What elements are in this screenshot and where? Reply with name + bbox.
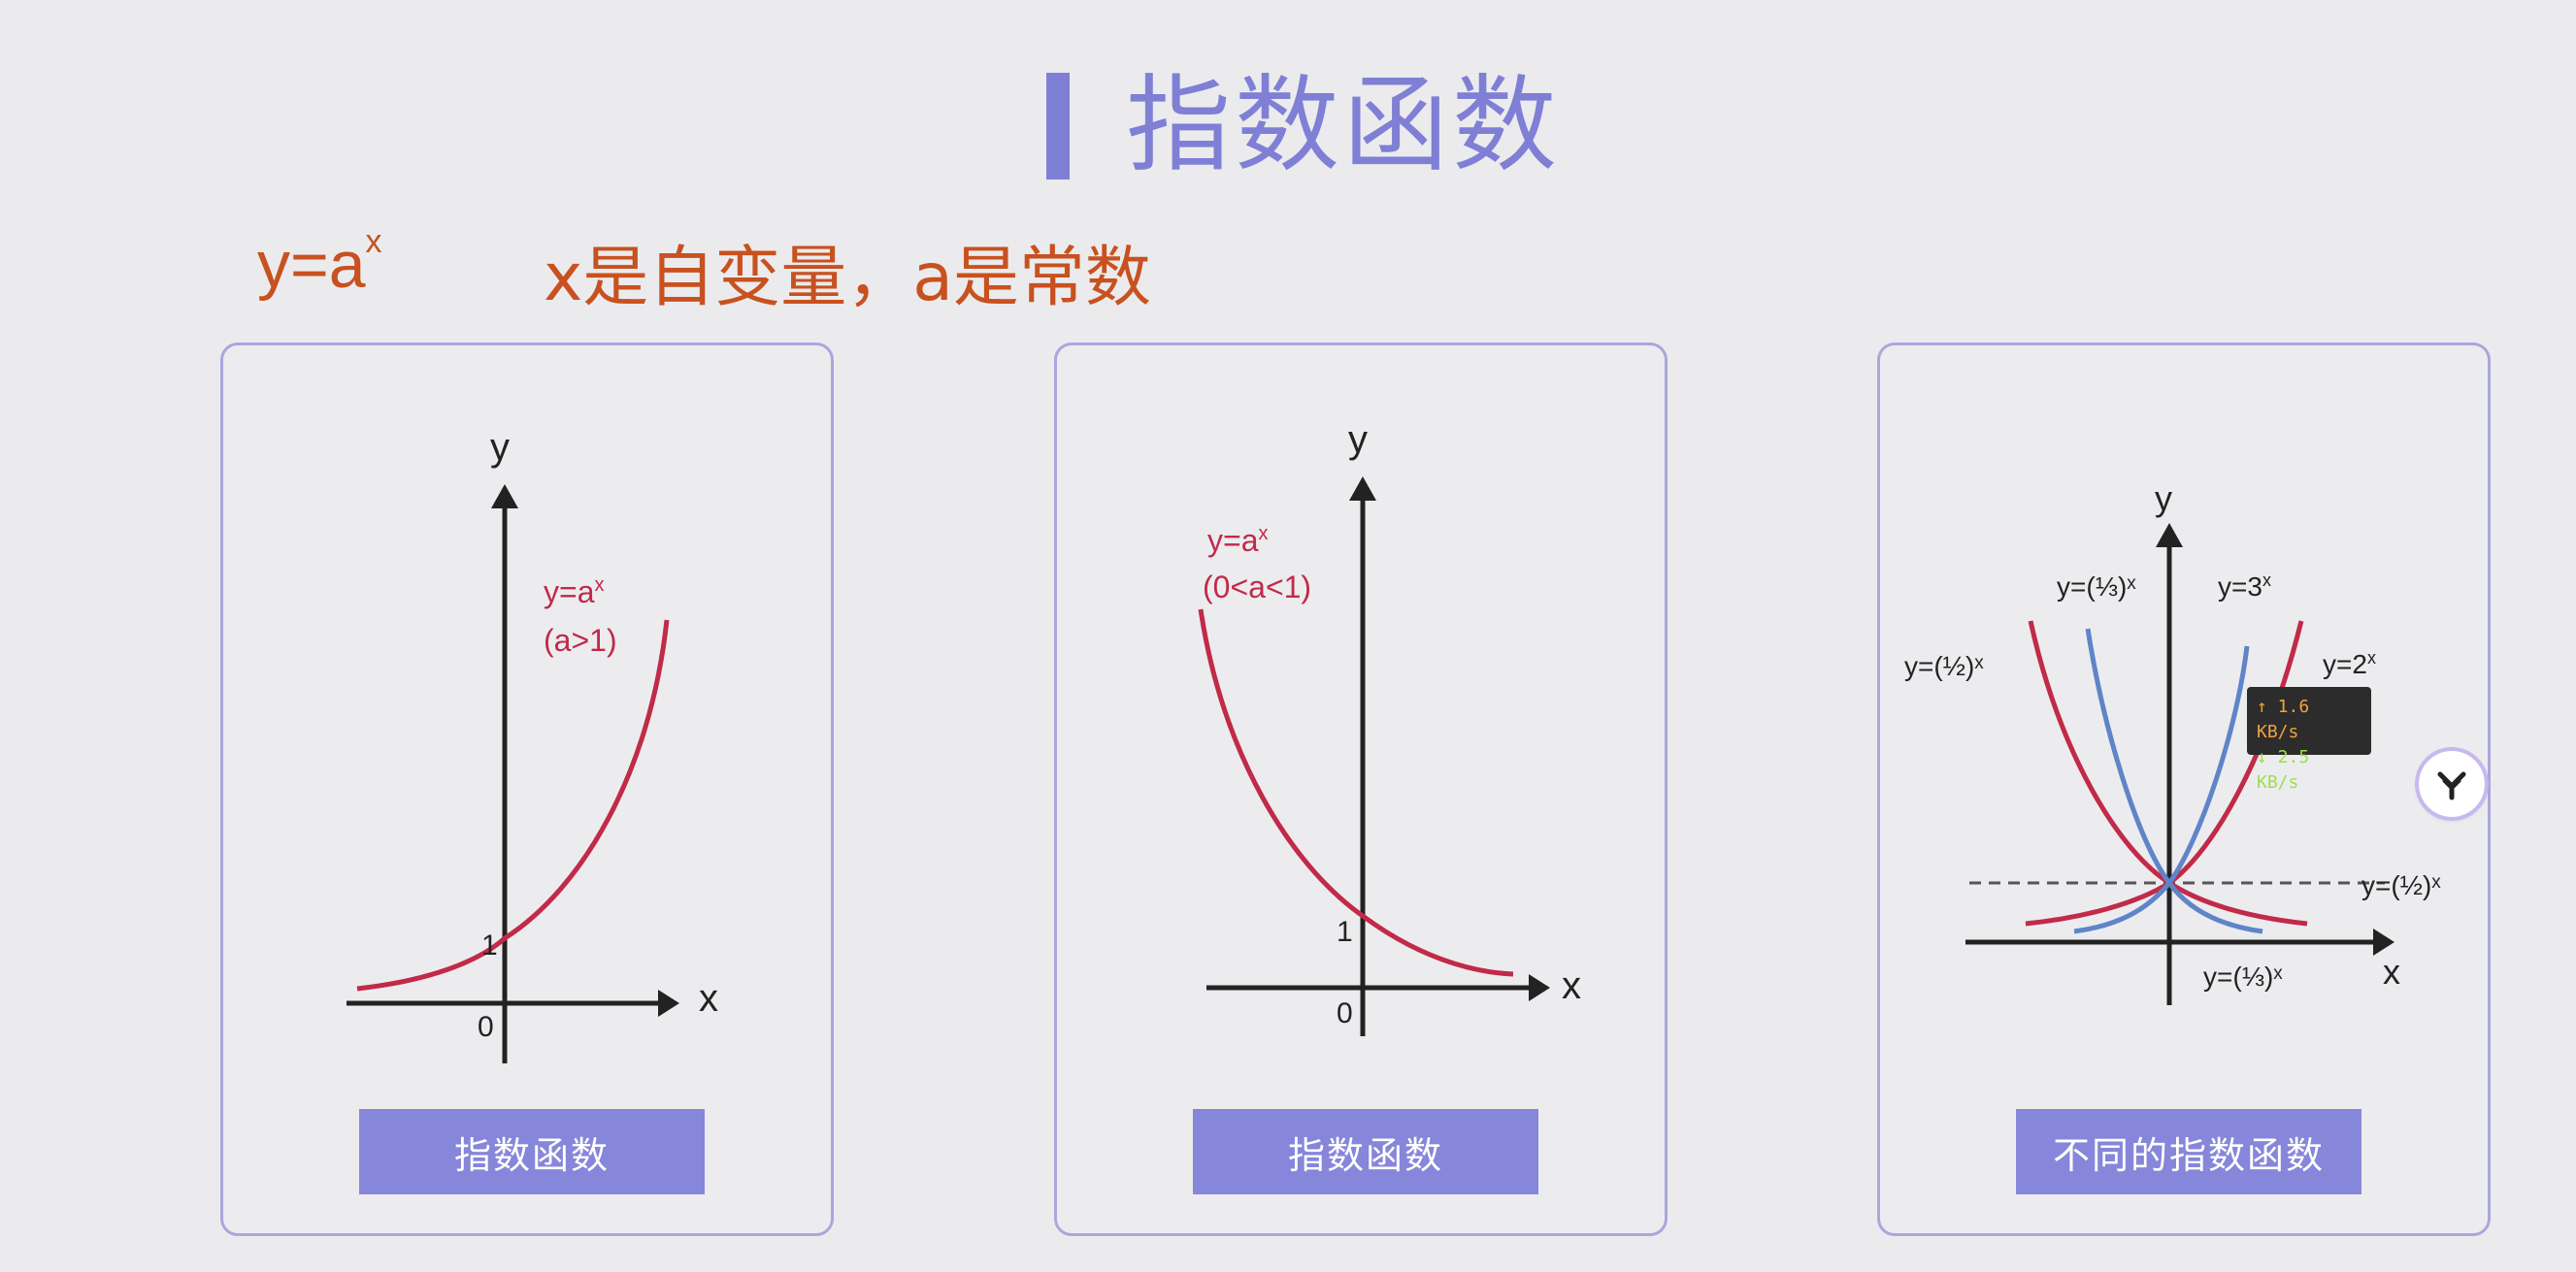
card-comparison: x y y=(½)ˣ y=(⅓)ˣ y=3x y=2x y=(½)ˣ y=(⅓)…	[1877, 342, 2491, 1236]
label-half-right: y=(½)ˣ	[2361, 870, 2441, 900]
axis-x-label: x	[2383, 952, 2400, 992]
formula: y=ax	[257, 223, 382, 303]
intercept-label: 1	[481, 930, 498, 962]
origin-label: 0	[1337, 997, 1353, 1029]
formula-exponent: x	[365, 223, 382, 260]
axis-y-label: y	[2155, 478, 2172, 518]
network-speed-tooltip: ↑ 1.6 KB/s ↓ 2.5 KB/s	[2247, 687, 2371, 793]
curve-condition: (0<a<1)	[1203, 570, 1311, 604]
assistant-float-icon[interactable]	[2419, 751, 2485, 817]
upload-speed: ↑ 1.6 KB/s	[2257, 697, 2310, 742]
curve-growth	[356, 619, 670, 992]
graph-decay: x y 0 1 y=ax (0<a<1)	[1198, 418, 1581, 1036]
x-axis-arrow	[658, 990, 679, 1017]
graph-growth: x y 0 1 y=ax (a>1)	[347, 426, 718, 1063]
assistant-glyph-icon	[2437, 771, 2466, 800]
page-title: 指数函数	[1046, 68, 1561, 184]
axis-y-label: y	[1348, 418, 1368, 461]
axis-y-label: y	[490, 426, 510, 469]
card-button-growth[interactable]: 指数函数	[359, 1109, 705, 1194]
label-third-bottom: y=(⅓)ˣ	[2203, 962, 2283, 992]
title-text: 指数函数	[1126, 65, 1562, 186]
curve-condition: (a>1)	[544, 623, 617, 658]
formula-description: x是自变量，a是常数	[544, 240, 1151, 316]
x-axis-arrow	[1529, 974, 1550, 1001]
axis-x-label: x	[699, 977, 718, 1020]
card-decay: x y 0 1 y=ax (0<a<1) 指数函数	[1054, 342, 1668, 1236]
card-growth: x y 0 1 y=ax (a>1) 指数函数	[220, 342, 834, 1236]
origin-label: 0	[478, 1011, 494, 1043]
axis-x-label: x	[1562, 964, 1581, 1007]
download-speed: ↓ 2.5 KB/s	[2257, 747, 2310, 793]
formula-base: y=a	[257, 228, 366, 302]
y-axis-arrow	[491, 484, 518, 508]
curve-decay	[1198, 608, 1514, 977]
label-half-left: y=(½)ˣ	[1904, 651, 1984, 681]
intercept-label: 1	[1337, 916, 1353, 948]
card-button-decay[interactable]: 指数函数	[1193, 1109, 1538, 1194]
card-button-comparison[interactable]: 不同的指数函数	[2016, 1109, 2361, 1194]
curve-label: y=ax	[1207, 523, 1268, 558]
y-axis-arrow	[2156, 523, 2183, 547]
label-three: y=3x	[2218, 571, 2271, 602]
y-axis-arrow	[1349, 476, 1376, 501]
graph-comparison: x y y=(½)ˣ y=(⅓)ˣ y=3x y=2x y=(½)ˣ y=(⅓)…	[1904, 478, 2441, 1005]
label-third-top: y=(⅓)ˣ	[2057, 571, 2136, 602]
title-accent-bar	[1046, 73, 1070, 179]
label-two: y=2x	[2323, 648, 2376, 679]
curve-label: y=ax	[544, 574, 604, 609]
